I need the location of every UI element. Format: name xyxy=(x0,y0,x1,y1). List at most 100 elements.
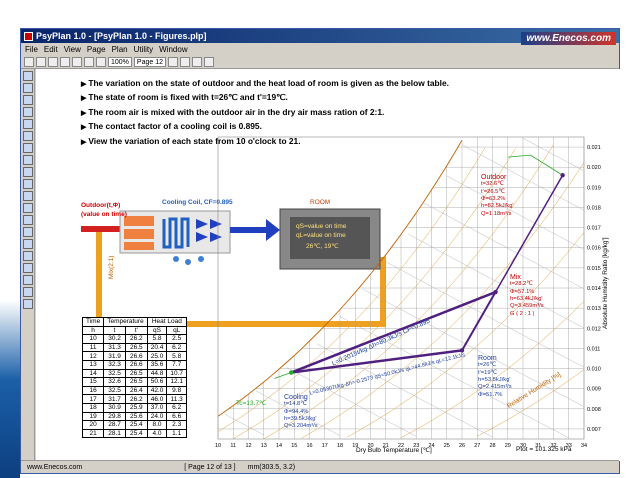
cooling-point xyxy=(289,370,294,375)
app-window: PsyPlan 1.0 - [PsyPlan 1.0 - Figures.plp… xyxy=(20,28,620,474)
y-tick-label: 0.008 xyxy=(587,407,601,413)
status-bar: www.Enecos.com [ Page 12 of 13 ] mm(303.… xyxy=(21,460,619,473)
save-icon[interactable] xyxy=(48,56,58,67)
y-tick-label: 0.018 xyxy=(587,205,601,211)
x-tick-label: 17 xyxy=(322,443,328,449)
menu-edit[interactable]: Edit xyxy=(44,45,58,54)
x-tick-label: 13 xyxy=(261,443,267,449)
status-site: www.Enecos.com xyxy=(27,463,83,471)
y-tick-label: 0.015 xyxy=(587,266,601,272)
coil-tool-icon[interactable] xyxy=(23,119,33,129)
setting-tool-icon[interactable] xyxy=(23,251,33,261)
copy-icon[interactable] xyxy=(84,56,94,67)
zoom-tool-icon[interactable] xyxy=(23,287,33,297)
y-tick-label: 0.019 xyxy=(587,185,601,191)
x-tick-label: 34 xyxy=(581,443,587,449)
app-icon xyxy=(24,31,33,41)
status-page: [ Page 12 of 13 ] xyxy=(184,463,236,471)
open-icon[interactable] xyxy=(36,56,46,67)
x-tick-label: 26 xyxy=(459,443,465,449)
mix-line-outdoor xyxy=(494,174,564,293)
window-title: PsyPlan 1.0 - [PsyPlan 1.0 - Figures.plp… xyxy=(36,31,207,41)
mix-state-text: h=63.4kJ/kg' xyxy=(510,295,543,302)
menu-file[interactable]: File xyxy=(25,45,38,54)
tool-palette xyxy=(21,69,35,461)
cooling-state-text: t=14.8℃ xyxy=(284,401,307,408)
prev-page-icon[interactable] xyxy=(168,56,178,67)
line-tool-icon[interactable] xyxy=(23,83,33,93)
help-tool-icon[interactable] xyxy=(23,299,33,309)
room-tool-icon[interactable] xyxy=(23,143,33,153)
mix-line-room xyxy=(461,291,497,351)
x-tick-label: 15 xyxy=(291,443,297,449)
x-tick-label: 10 xyxy=(215,443,221,449)
cooling-state-text: Q=3.204m³/s xyxy=(284,423,318,430)
cascade-icon[interactable] xyxy=(204,56,214,67)
next-page-icon[interactable] xyxy=(180,56,190,67)
enthalpy-line xyxy=(385,261,585,368)
point-tool-icon[interactable] xyxy=(23,95,33,105)
cooling-state-text: h=39.5kJ/kg' xyxy=(284,415,317,422)
process-tool-icon[interactable] xyxy=(23,179,33,189)
arrow-tool-icon[interactable] xyxy=(23,215,33,225)
x-tick-label: 27 xyxy=(474,443,480,449)
rh-curve xyxy=(217,147,486,433)
fan-tool-icon[interactable] xyxy=(23,131,33,141)
x-tick-label: 11 xyxy=(230,443,236,449)
humidifier-tool-icon[interactable] xyxy=(23,155,33,165)
enecos-logo: www.Enecos.com xyxy=(521,32,616,45)
x-tick-label: 28 xyxy=(489,443,495,449)
cooling-state-text: Cooling xyxy=(284,394,308,401)
table-tool-icon[interactable] xyxy=(23,191,33,201)
mix-state-text: t=28.2℃ xyxy=(510,281,533,288)
cooling-state-text: Φ=94.4% xyxy=(284,408,309,415)
y-tick-label: 0.009 xyxy=(587,387,601,393)
outdoor-trace xyxy=(507,154,563,176)
enthalpy-line xyxy=(408,234,585,329)
text-tool-icon[interactable] xyxy=(23,203,33,213)
tile-icon[interactable] xyxy=(192,56,202,67)
zoom-select[interactable]: 100% xyxy=(108,56,132,67)
mix-state-text: Q=3.459m³/s xyxy=(510,303,544,310)
document-canvas: The variation on the state of outdoor an… xyxy=(36,69,620,461)
psychrometric-chart: 10 11 12 13 14 15 16 17 18 19 20 21 22 23 24 25 26 27 28 29… xyxy=(215,136,601,449)
layer-tool-icon[interactable] xyxy=(23,239,33,249)
tc-label: Tc=13.7℃ xyxy=(236,400,267,407)
mix-tool-icon[interactable] xyxy=(23,107,33,117)
menu-view[interactable]: View xyxy=(64,45,81,54)
room-state-text: h=53.5kJ/kg' xyxy=(478,376,511,383)
pen-tool-icon[interactable] xyxy=(23,263,33,273)
y-tick-label: 0.021 xyxy=(587,145,601,151)
room-state-text: t'=19℃ xyxy=(478,369,498,376)
x-tick-label: 25 xyxy=(444,443,450,449)
room-state-text: Room xyxy=(478,355,497,362)
menu-page[interactable]: Page xyxy=(87,45,106,54)
enthalpy-line xyxy=(362,288,585,407)
dew-line xyxy=(274,372,292,379)
menu-window[interactable]: Window xyxy=(159,45,187,54)
room-state-text: Φ=51.7% xyxy=(478,391,503,398)
mix-state-text: Φ=57.1% xyxy=(510,288,535,295)
chart-tool-icon[interactable] xyxy=(23,71,33,81)
background-decoration xyxy=(0,0,20,478)
x-tick-label: 29 xyxy=(505,443,511,449)
outdoor-state-text: Outdoor xyxy=(481,174,507,181)
mix-point xyxy=(493,289,498,295)
menu-utility[interactable]: Utility xyxy=(134,45,154,54)
rh-curve xyxy=(233,148,516,439)
mix-state-text: G ( 2 : 1 ) xyxy=(510,310,535,317)
new-icon[interactable] xyxy=(24,56,34,67)
erase-tool-icon[interactable] xyxy=(23,275,33,285)
menu-plan[interactable]: Plan xyxy=(112,45,128,54)
heater-tool-icon[interactable] xyxy=(23,167,33,177)
page-select[interactable]: Page 12 xyxy=(133,56,166,67)
y-tick-label: 0.011 xyxy=(587,346,600,352)
print-icon[interactable] xyxy=(60,56,70,67)
paste-icon[interactable] xyxy=(96,56,106,67)
outdoor-state-text: Q=1.18m³/s xyxy=(481,210,512,217)
y-tick-label: 0.016 xyxy=(587,246,601,252)
cut-icon[interactable] xyxy=(72,56,82,67)
outdoor-state-text: t=32.6℃ xyxy=(481,181,504,188)
enthalpy-line xyxy=(446,175,585,250)
grid-tool-icon[interactable] xyxy=(23,227,33,237)
